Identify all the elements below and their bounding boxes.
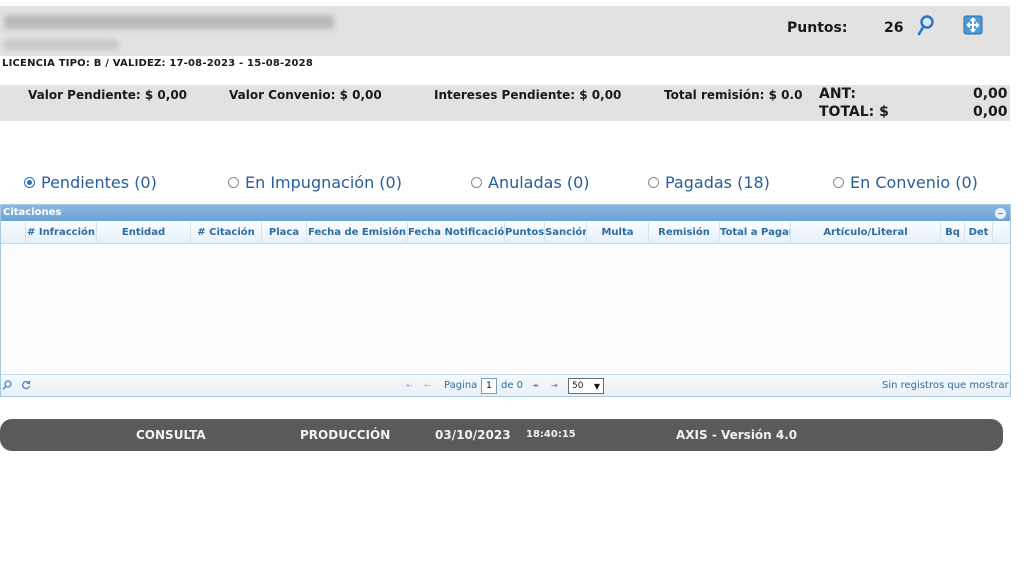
filter-label: Pagadas (18) (665, 173, 770, 192)
col-total-a-pagar[interactable]: Total a Pagar (720, 222, 791, 244)
grid-pager: ⇤ ← Pagina de 0 ↠ ⇥ 50 ▼ Sin registros q… (1, 374, 1010, 396)
status-footer: CONSULTA PRODUCCIÓN 03/10/2023 18:40:15 … (0, 419, 1003, 451)
empty-records-message: Sin registros que mostrar (882, 380, 1009, 391)
ant-label: ANT: (819, 86, 856, 102)
footer-mode: CONSULTA (136, 428, 206, 442)
col-puntos[interactable]: Puntos (505, 222, 545, 244)
col-checkbox (1, 222, 26, 244)
refresh-icon[interactable] (21, 380, 31, 390)
search-icon[interactable] (917, 15, 935, 37)
col-entidad[interactable]: Entidad (97, 222, 191, 244)
page-size-value: 50 (572, 381, 584, 391)
radio-pagadas[interactable] (648, 177, 659, 188)
redacted-user-id (4, 40, 119, 50)
first-page-icon[interactable]: ⇤ (406, 381, 413, 390)
page-label: Pagina (444, 380, 478, 391)
license-info: LICENCIA TIPO: B / VALIDEZ: 17-08-2023 -… (2, 58, 314, 69)
col-citacion[interactable]: # Citación (191, 222, 262, 244)
filter-label: Pendientes (0) (41, 173, 157, 192)
radio-anuladas[interactable] (471, 177, 482, 188)
grid-body (1, 245, 1010, 373)
footer-version: AXIS - Versión 4.0 (676, 428, 798, 442)
app-root: Puntos: 26 LICENCIA TIPO: B / VALIDEZ: 1… (0, 0, 1024, 576)
points-value: 26 (884, 20, 904, 36)
total-label: TOTAL: $ (819, 104, 889, 120)
grid-column-header: # Infracción Entidad # Citación Placa Fe… (1, 222, 1010, 244)
filter-pendientes[interactable]: Pendientes (0) (24, 173, 157, 192)
last-page-icon[interactable]: ⇥ (551, 381, 558, 390)
filter-label: En Convenio (0) (850, 173, 978, 192)
valor-pendiente: Valor Pendiente: $ 0,00 (28, 88, 188, 102)
grid-title-text: Citaciones (3, 207, 62, 218)
footer-env: PRODUCCIÓN (300, 428, 391, 442)
navigation-icon[interactable] (963, 15, 983, 35)
footer-date: 03/10/2023 (435, 428, 511, 442)
col-multa[interactable]: Multa (587, 222, 649, 244)
filter-pagadas[interactable]: Pagadas (18) (648, 173, 770, 192)
col-fecha-emision[interactable]: Fecha de Emisión (307, 222, 408, 244)
filter-en-impugnacion[interactable]: En Impugnación (0) (228, 173, 402, 192)
radio-pendientes[interactable] (24, 177, 35, 188)
valor-convenio: Valor Convenio: $ 0,00 (229, 88, 382, 102)
col-remision[interactable]: Remisión (649, 222, 720, 244)
col-placa[interactable]: Placa (262, 222, 307, 244)
search-icon[interactable] (2, 380, 12, 390)
radio-en-impugnacion[interactable] (228, 177, 239, 188)
prev-page-icon[interactable]: ← (424, 381, 431, 390)
footer-time: 18:40:15 (526, 429, 576, 440)
filter-anuladas[interactable]: Anuladas (0) (471, 173, 590, 192)
radio-en-convenio[interactable] (833, 177, 844, 188)
ant-value: 0,00 (973, 86, 1008, 102)
collapse-icon[interactable] (995, 208, 1006, 219)
col-sancion[interactable]: Sanción (545, 222, 587, 244)
intereses-pendiente: Intereses Pendiente: $ 0,00 (434, 88, 622, 102)
page-size-select[interactable]: 50 ▼ (568, 378, 604, 394)
page-of-label: de 0 (501, 380, 524, 391)
citaciones-grid: Citaciones # Infracción Entidad # Citaci… (0, 204, 1011, 397)
points-label: Puntos: (787, 20, 848, 36)
col-fecha-notificacion[interactable]: Fecha Notificación (408, 222, 505, 244)
filter-label: En Impugnación (0) (245, 173, 402, 192)
total-value: 0,00 (973, 104, 1008, 120)
filter-en-convenio[interactable]: En Convenio (0) (833, 173, 978, 192)
col-det[interactable]: Det (965, 222, 993, 244)
grid-title: Citaciones (1, 205, 1010, 221)
page-number-input[interactable] (481, 378, 497, 394)
col-articulo-literal[interactable]: Artículo/Literal (791, 222, 941, 244)
col-bq[interactable]: Bq (941, 222, 965, 244)
summary-bar: Valor Pendiente: $ 0,00 Valor Convenio: … (0, 85, 1010, 121)
chevron-down-icon: ▼ (593, 381, 600, 391)
filter-label: Anuladas (0) (488, 173, 590, 192)
user-header: Puntos: 26 (0, 6, 1010, 56)
col-infraccion[interactable]: # Infracción (26, 222, 97, 244)
next-page-icon[interactable]: ↠ (532, 381, 539, 390)
redacted-user-name (4, 15, 334, 29)
total-remision: Total remisión: $ 0.0 (664, 88, 803, 102)
